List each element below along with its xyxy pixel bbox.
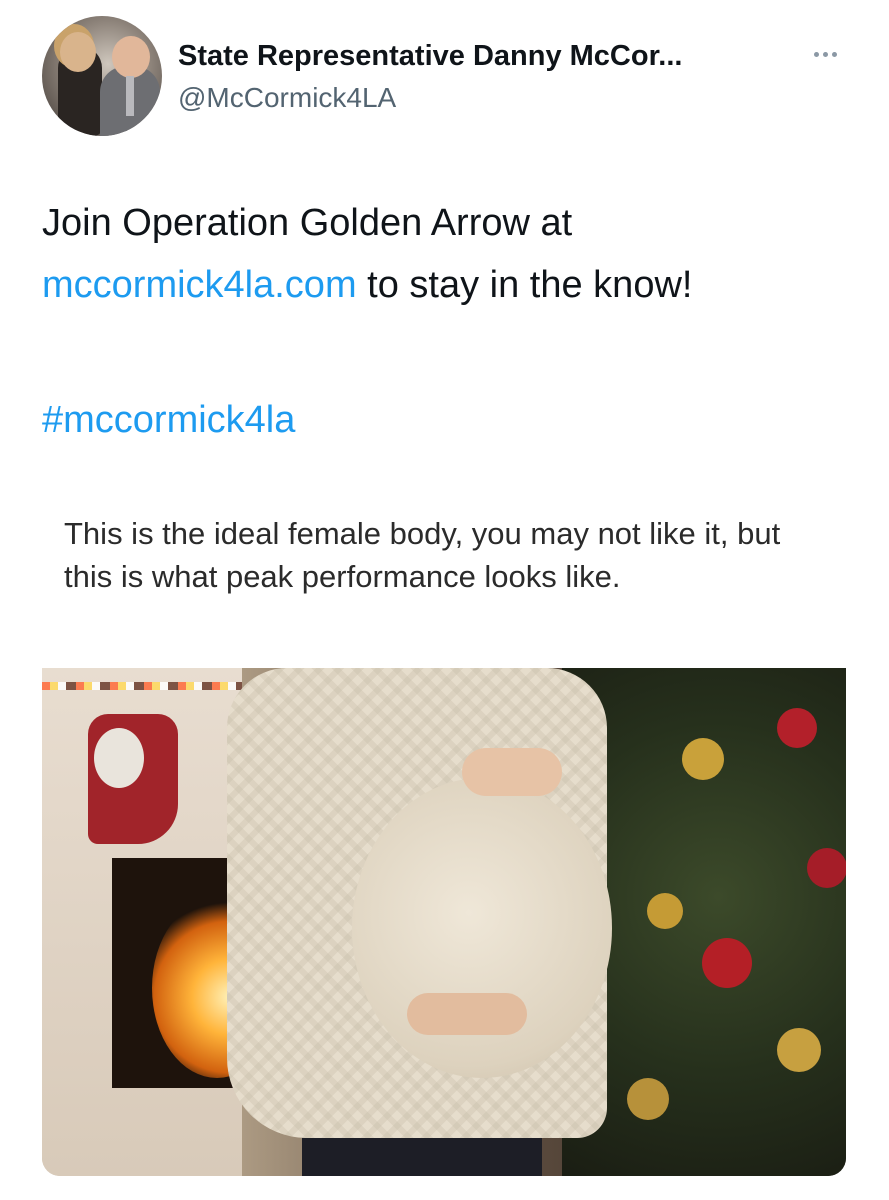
meme-caption: This is the ideal female body, you may n… [64, 516, 781, 594]
hashtag-link[interactable]: #mccormick4la [42, 389, 295, 451]
dot [822, 51, 828, 57]
avatar-head-left [60, 32, 96, 72]
dark-leggings [302, 1138, 542, 1176]
ornament-red [702, 938, 752, 988]
profile-avatar[interactable] [42, 16, 162, 136]
tweet-body: Join Operation Golden Arrow at mccormick… [42, 192, 842, 316]
avatar-head-right [112, 36, 150, 78]
string-lights [42, 682, 242, 690]
user-handle[interactable]: @McCormick4LA [178, 82, 396, 114]
lower-hand [407, 993, 527, 1035]
tweet-media[interactable]: This is the ideal female body, you may n… [42, 490, 846, 1176]
upper-hand [462, 748, 562, 796]
dot [831, 51, 837, 57]
tweet-text-start: Join Operation Golden Arrow at [42, 202, 573, 244]
tweet-link[interactable]: mccormick4la.com [42, 264, 357, 306]
stocking-santa-patch [94, 728, 144, 788]
ornament-red [777, 708, 817, 748]
ornament-gold [647, 893, 683, 929]
dot [813, 51, 819, 57]
avatar-tie [126, 76, 134, 116]
more-options-icon[interactable] [807, 44, 843, 64]
meme-photo [42, 668, 846, 1176]
ornament-gold [682, 738, 724, 780]
ornament-gold [627, 1078, 669, 1120]
tweet-text-end: to stay in the know! [356, 264, 693, 306]
ornament-red [807, 848, 846, 888]
ornament-gold [777, 1028, 821, 1072]
display-name[interactable]: State Representative Danny McCor... [178, 40, 778, 73]
